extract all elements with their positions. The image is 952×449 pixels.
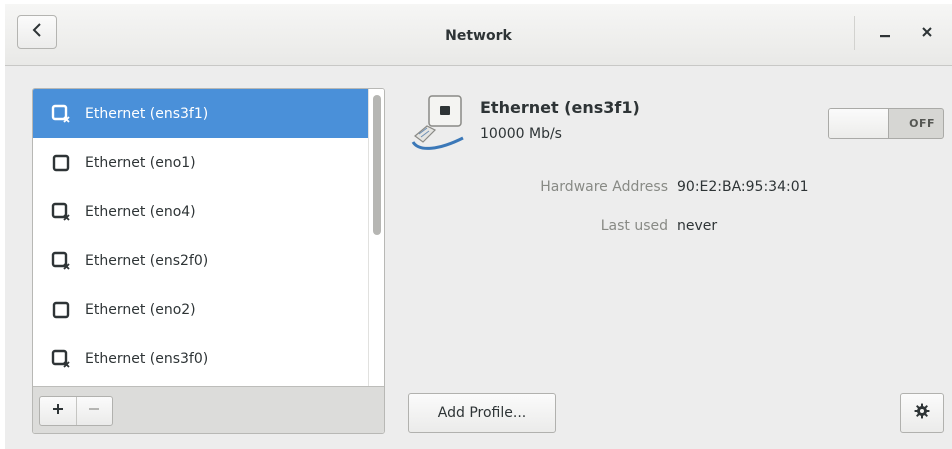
- device-list-scrollbar[interactable]: [368, 89, 384, 386]
- device-item-label: Ethernet (ens2f0): [85, 252, 209, 269]
- close-button[interactable]: [909, 18, 945, 50]
- device-item-label: Ethernet (eno1): [85, 154, 196, 171]
- gear-icon: [914, 403, 930, 423]
- device-item-ens3f1[interactable]: Ethernet (ens3f1): [33, 89, 368, 138]
- device-item-eno2[interactable]: Ethernet (eno2): [33, 285, 368, 334]
- device-list-panel: Ethernet (ens3f1) Ethernet (eno1) Ethern…: [32, 88, 385, 434]
- header-bar: Network: [5, 4, 952, 66]
- ethernet-disconnected-icon: [51, 251, 71, 271]
- minimize-button[interactable]: [867, 18, 903, 50]
- ethernet-disconnected-icon: [51, 104, 71, 124]
- device-list-toolbar: [33, 386, 384, 433]
- device-item-ens2f0[interactable]: Ethernet (ens2f0): [33, 236, 368, 285]
- last-used-value: never: [677, 218, 718, 234]
- device-settings-button[interactable]: [900, 393, 944, 433]
- window-title: Network: [445, 28, 512, 44]
- device-item-label: Ethernet (ens3f1): [85, 105, 209, 122]
- network-card-icon: [409, 92, 467, 154]
- remove-device-button[interactable]: [75, 397, 112, 425]
- device-item-eno1[interactable]: Ethernet (eno1): [33, 138, 368, 187]
- device-item-label: Ethernet (eno4): [85, 203, 196, 220]
- ethernet-disconnected-icon: [51, 202, 71, 222]
- add-profile-button[interactable]: Add Profile...: [408, 393, 556, 433]
- device-list[interactable]: Ethernet (ens3f1) Ethernet (eno1) Ethern…: [33, 89, 368, 386]
- device-item-eno4[interactable]: Ethernet (eno4): [33, 187, 368, 236]
- plus-icon: [52, 403, 64, 419]
- ethernet-icon: [51, 153, 71, 173]
- close-icon: [921, 26, 933, 42]
- network-settings-window: Network Ethernet (ens3f1) Ethernet (eno1…: [5, 4, 952, 449]
- add-remove-group: [39, 396, 113, 426]
- scrollbar-thumb[interactable]: [373, 95, 381, 235]
- ethernet-icon: [51, 300, 71, 320]
- hardware-address-label: Hardware Address: [540, 179, 668, 195]
- add-device-button[interactable]: [40, 397, 76, 425]
- last-used-label: Last used: [600, 218, 668, 234]
- device-details-panel: Ethernet (ens3f1) 10000 Mb/s OFF Hardwar…: [406, 88, 952, 434]
- minimize-icon: [879, 26, 891, 42]
- device-item-label: Ethernet (eno2): [85, 301, 196, 318]
- device-item-ens3f0[interactable]: Ethernet (ens3f0): [33, 334, 368, 383]
- switch-label: OFF: [909, 117, 935, 130]
- device-speed: 10000 Mb/s: [480, 126, 562, 142]
- device-power-switch[interactable]: OFF: [828, 108, 944, 139]
- ethernet-disconnected-icon: [51, 349, 71, 369]
- switch-handle: [829, 109, 889, 138]
- minus-icon: [88, 403, 100, 419]
- header-separator: [854, 16, 855, 50]
- device-item-label: Ethernet (ens3f0): [85, 350, 209, 367]
- device-name: Ethernet (ens3f1): [480, 98, 640, 117]
- hardware-address-value: 90:E2:BA:95:34:01: [677, 179, 809, 195]
